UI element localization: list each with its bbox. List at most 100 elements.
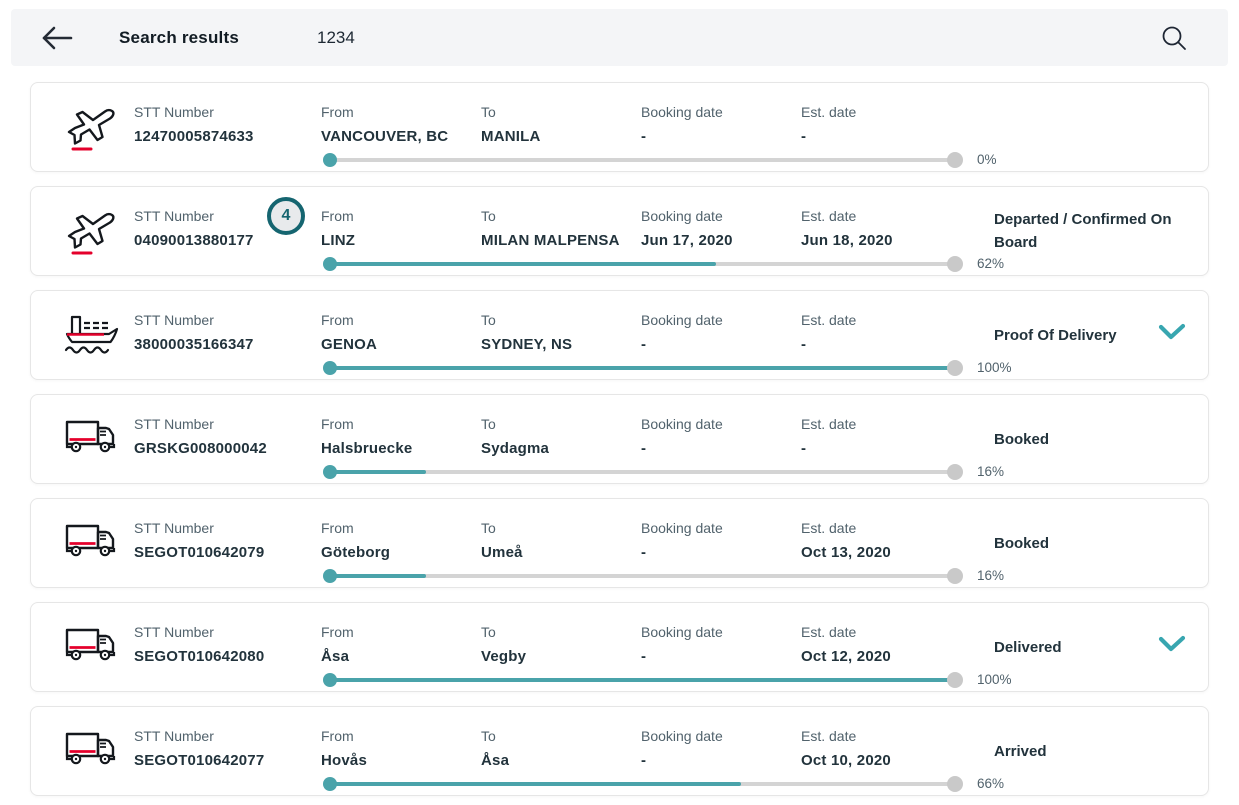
est-date-column: Est. date - [801,103,856,146]
status-text: Proof Of Delivery [994,307,1172,363]
progress-percent: 66% [977,776,1004,791]
from-label: From [321,623,354,641]
booking-date-column: Booking date - [641,623,723,666]
progress-track [325,158,955,162]
transport-icon-cell [61,617,123,675]
booking-date-label: Booking date [641,415,723,433]
status-text: Departed / Confirmed On Board [994,203,1172,259]
shipment-card[interactable]: STT Number 12470005874633 From VANCOUVER… [30,82,1209,172]
truck-icon [63,519,121,565]
progress-fill [325,782,741,786]
transport-icon-cell [61,409,123,467]
progress-bar: 100% [325,678,1025,684]
progress-end-dot [947,568,963,584]
progress-start-dot [323,361,337,375]
to-column: To Umeå [481,519,523,562]
progress-start-dot [323,465,337,479]
progress-fill [325,678,955,682]
progress-track [325,678,955,682]
from-value: Åsa [321,648,354,666]
status-text: Booked [994,515,1172,571]
stt-value: GRSKG008000042 [134,440,267,458]
progress-fill [325,470,426,474]
stt-value: SEGOT010642080 [134,648,264,666]
stt-label: STT Number [134,727,264,745]
stt-column: STT Number SEGOT010642077 [134,727,264,770]
to-column: To Vegby [481,623,526,666]
est-date-column: Est. date Oct 13, 2020 [801,519,891,562]
est-date-label: Est. date [801,519,891,537]
progress-start-dot [323,673,337,687]
progress-track [325,574,955,578]
stt-column: STT Number 38000035166347 [134,311,254,354]
results-list: STT Number 12470005874633 From VANCOUVER… [0,66,1239,796]
status-text: Delivered [994,619,1172,675]
from-label: From [321,311,377,329]
to-label: To [481,311,572,329]
shipment-card[interactable]: STT Number SEGOT010642080 From Åsa To Ve… [30,602,1209,692]
search-query-text[interactable]: 1234 [317,28,355,48]
progress-track [325,262,955,266]
shipment-card[interactable]: STT Number 04090013880177 4 From LINZ To… [30,186,1209,276]
est-date-label: Est. date [801,623,891,641]
stt-column: STT Number 12470005874633 [134,103,254,146]
booking-date-value: Jun 17, 2020 [641,232,733,250]
from-column: From GENOA [321,311,377,354]
stt-value: SEGOT010642079 [134,544,264,562]
chevron-down-icon[interactable] [1158,323,1186,343]
to-value: Vegby [481,648,526,666]
est-date-label: Est. date [801,727,891,745]
from-value: Göteborg [321,544,390,562]
booking-date-value: - [641,648,723,666]
shipment-card[interactable]: STT Number GRSKG008000042 From Halsbruec… [30,394,1209,484]
truck-icon [63,415,121,461]
booking-date-value: - [641,336,723,354]
progress-bar: 0% [325,158,1025,164]
est-date-label: Est. date [801,415,856,433]
shipment-card[interactable]: STT Number SEGOT010642077 From Hovås To … [30,706,1209,796]
stt-label: STT Number [134,103,254,121]
from-value: Halsbruecke [321,440,412,458]
from-label: From [321,103,448,121]
from-column: From Åsa [321,623,354,666]
booking-date-label: Booking date [641,311,723,329]
shipment-card[interactable]: STT Number 38000035166347 From GENOA To … [30,290,1209,380]
from-column: From Hovås [321,727,367,770]
back-button[interactable] [37,22,77,54]
progress-track [325,782,955,786]
plane-icon [64,101,120,151]
est-date-column: Est. date Oct 12, 2020 [801,623,891,666]
status-text: Booked [994,411,1172,467]
booking-date-column: Booking date - [641,519,723,562]
stt-label: STT Number [134,415,267,433]
progress-track [325,366,955,370]
chevron-down-icon[interactable] [1158,635,1186,655]
to-value: Åsa [481,752,509,770]
stt-column: STT Number SEGOT010642080 [134,623,264,666]
stt-value: 38000035166347 [134,336,254,354]
to-column: To Sydagma [481,415,549,458]
transport-icon-cell [61,97,123,155]
from-value: GENOA [321,336,377,354]
booking-date-label: Booking date [641,103,723,121]
search-button[interactable] [1158,23,1190,55]
est-date-value: Oct 12, 2020 [801,648,891,666]
to-value: Sydagma [481,440,549,458]
stt-column: STT Number 04090013880177 [134,207,254,250]
shipment-card[interactable]: STT Number SEGOT010642079 From Göteborg … [30,498,1209,588]
progress-start-dot [323,777,337,791]
est-date-value: Oct 10, 2020 [801,752,891,770]
booking-date-value: - [641,752,723,770]
progress-track [325,470,955,474]
est-date-value: - [801,128,856,146]
stt-column: STT Number SEGOT010642079 [134,519,264,562]
progress-end-dot [947,776,963,792]
from-value: LINZ [321,232,355,250]
from-label: From [321,727,367,745]
from-column: From Göteborg [321,519,390,562]
est-date-column: Est. date Jun 18, 2020 [801,207,893,250]
booking-date-label: Booking date [641,207,733,225]
booking-date-label: Booking date [641,727,723,745]
progress-bar: 16% [325,470,1025,476]
booking-date-label: Booking date [641,623,723,641]
